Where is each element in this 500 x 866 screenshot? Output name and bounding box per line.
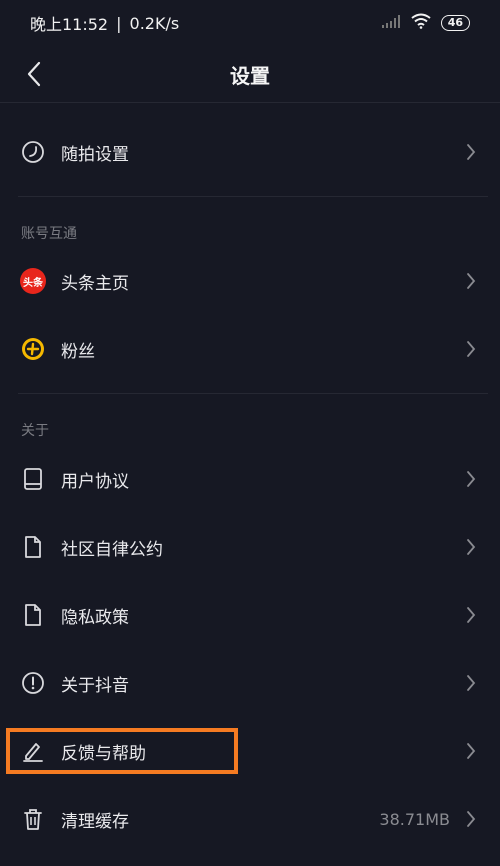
pencil-icon: [20, 738, 46, 764]
user-agreement-label: 用户协议: [61, 471, 129, 492]
about-label: 关于抖音: [61, 675, 129, 696]
settings-item-clear-cache[interactable]: 清理缓存 38.71MB: [0, 785, 500, 853]
settings-item-toutiao[interactable]: 头条 头条主页: [0, 247, 500, 315]
chevron-right-icon: [467, 273, 476, 289]
status-right: 46: [381, 13, 470, 33]
status-bar: 晚上11:52 | 0.2K/s 46: [0, 0, 500, 46]
fans-label: 粉丝: [61, 341, 95, 362]
section-divider: [18, 393, 488, 394]
info-icon: [20, 670, 46, 696]
fans-logo-icon: [20, 336, 46, 362]
feedback-label: 反馈与帮助: [61, 743, 146, 764]
section-divider: [18, 196, 488, 197]
section-title-account: 账号互通: [21, 226, 77, 242]
status-separator: |: [116, 13, 122, 33]
settings-item-privacy[interactable]: 隐私政策: [0, 581, 500, 649]
page-title: 设置: [230, 63, 270, 88]
document-icon: [20, 534, 46, 560]
chevron-right-icon: [467, 743, 476, 759]
nav-bar: 设置: [0, 46, 500, 103]
status-time: 晚上11:52: [30, 15, 109, 34]
status-left: 晚上11:52 | 0.2K/s: [30, 11, 179, 35]
settings-item-about[interactable]: 关于抖音: [0, 649, 500, 717]
battery-indicator: 46: [440, 15, 470, 31]
toutiao-badge-text: 头条: [23, 277, 43, 289]
section-title-about: 关于: [21, 423, 49, 439]
toutiao-home-label: 头条主页: [61, 273, 129, 294]
settings-item-user-agreement[interactable]: 用户协议: [0, 445, 500, 513]
shoot-settings-icon: [20, 139, 46, 165]
chevron-right-icon: [467, 675, 476, 691]
signal-icon: [381, 14, 401, 33]
privacy-label: 隐私政策: [61, 607, 129, 628]
settings-item-feedback[interactable]: 反馈与帮助: [0, 717, 500, 785]
chevron-right-icon: [467, 539, 476, 555]
chevron-right-icon: [467, 811, 476, 827]
cache-size-value: 38.71MB: [379, 809, 450, 829]
chevron-right-icon: [467, 607, 476, 623]
community-label: 社区自律公约: [61, 539, 163, 560]
shoot-settings-label: 随拍设置: [61, 144, 129, 165]
chevron-left-icon: [27, 61, 41, 87]
trash-icon: [20, 806, 46, 832]
chevron-right-icon: [467, 144, 476, 160]
book-icon: [20, 466, 46, 492]
settings-item-fans[interactable]: 粉丝: [0, 315, 500, 383]
document-icon: [20, 602, 46, 628]
settings-item-community[interactable]: 社区自律公约: [0, 513, 500, 581]
clear-cache-label: 清理缓存: [61, 811, 129, 832]
toutiao-logo-icon: 头条: [20, 268, 46, 294]
chevron-right-icon: [467, 471, 476, 487]
chevron-right-icon: [467, 341, 476, 357]
network-speed: 0.2K/s: [129, 13, 180, 33]
wifi-icon: [411, 13, 431, 33]
back-button[interactable]: [16, 56, 52, 92]
settings-item-shoot[interactable]: 随拍设置: [0, 118, 500, 186]
